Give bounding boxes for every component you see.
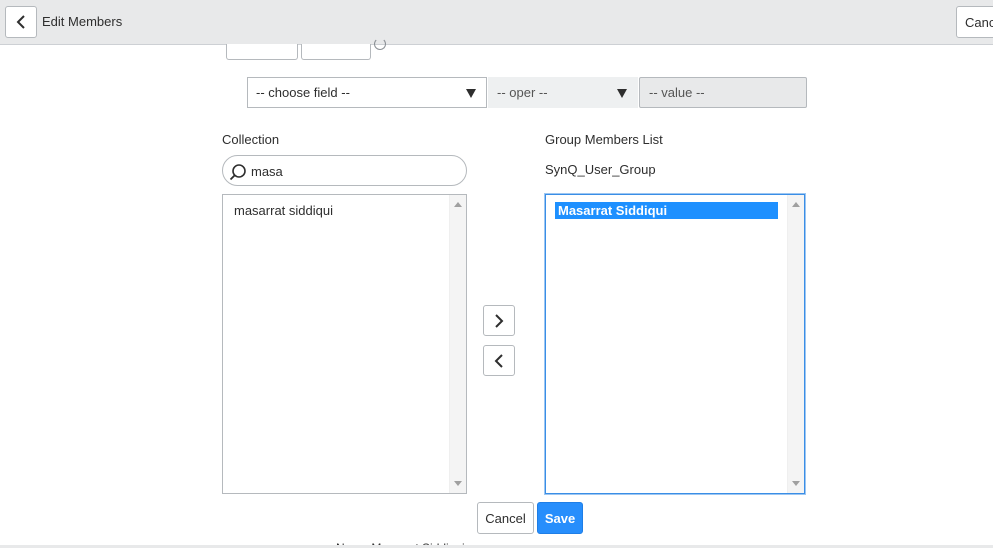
chevron-right-icon (495, 313, 504, 328)
operator-select[interactable]: -- oper -- (488, 77, 638, 108)
value-field[interactable]: -- value -- (639, 77, 807, 108)
partial-field-1[interactable] (226, 44, 298, 60)
header-cancel-button[interactable]: Canc (956, 6, 993, 38)
operator-value: -- oper -- (497, 85, 548, 100)
search-icon (229, 164, 246, 181)
member-item[interactable]: Masarrat Siddiqui (555, 202, 778, 219)
members-label: Group Members List (545, 132, 663, 147)
choose-field-select[interactable]: -- choose field -- (247, 77, 487, 108)
choose-field-value: -- choose field -- (256, 85, 350, 100)
save-button[interactable]: Save (537, 502, 583, 534)
page-title: Edit Members (42, 14, 123, 29)
cancel-button[interactable]: Cancel (477, 502, 534, 534)
partial-field-2[interactable] (301, 44, 371, 60)
collection-item[interactable]: masarrat siddiqui (234, 203, 333, 218)
chevron-left-icon (16, 15, 25, 29)
dropdown-arrow-icon (617, 89, 627, 98)
value-placeholder: -- value -- (649, 85, 705, 100)
back-button[interactable] (5, 6, 37, 38)
top-header: Edit Members Canc (0, 0, 993, 45)
scroll-up-icon[interactable] (454, 202, 462, 207)
collection-search[interactable] (222, 155, 467, 186)
scroll-down-icon[interactable] (454, 481, 462, 486)
partial-help-icon (374, 38, 386, 50)
dropdown-arrow-icon (466, 89, 476, 98)
scroll-down-icon[interactable] (792, 481, 800, 486)
add-member-button[interactable] (483, 305, 515, 336)
collection-search-input[interactable] (251, 161, 456, 181)
remove-member-button[interactable] (483, 345, 515, 376)
chevron-left-icon (494, 353, 503, 368)
scroll-up-icon[interactable] (792, 202, 800, 207)
group-name: SynQ_User_Group (545, 162, 656, 177)
collection-list[interactable]: masarrat siddiqui (222, 194, 467, 494)
members-scrollbar[interactable] (787, 195, 804, 493)
collection-label: Collection (222, 132, 280, 147)
members-list[interactable]: Masarrat Siddiqui (545, 194, 805, 494)
collection-scrollbar[interactable] (449, 195, 466, 493)
